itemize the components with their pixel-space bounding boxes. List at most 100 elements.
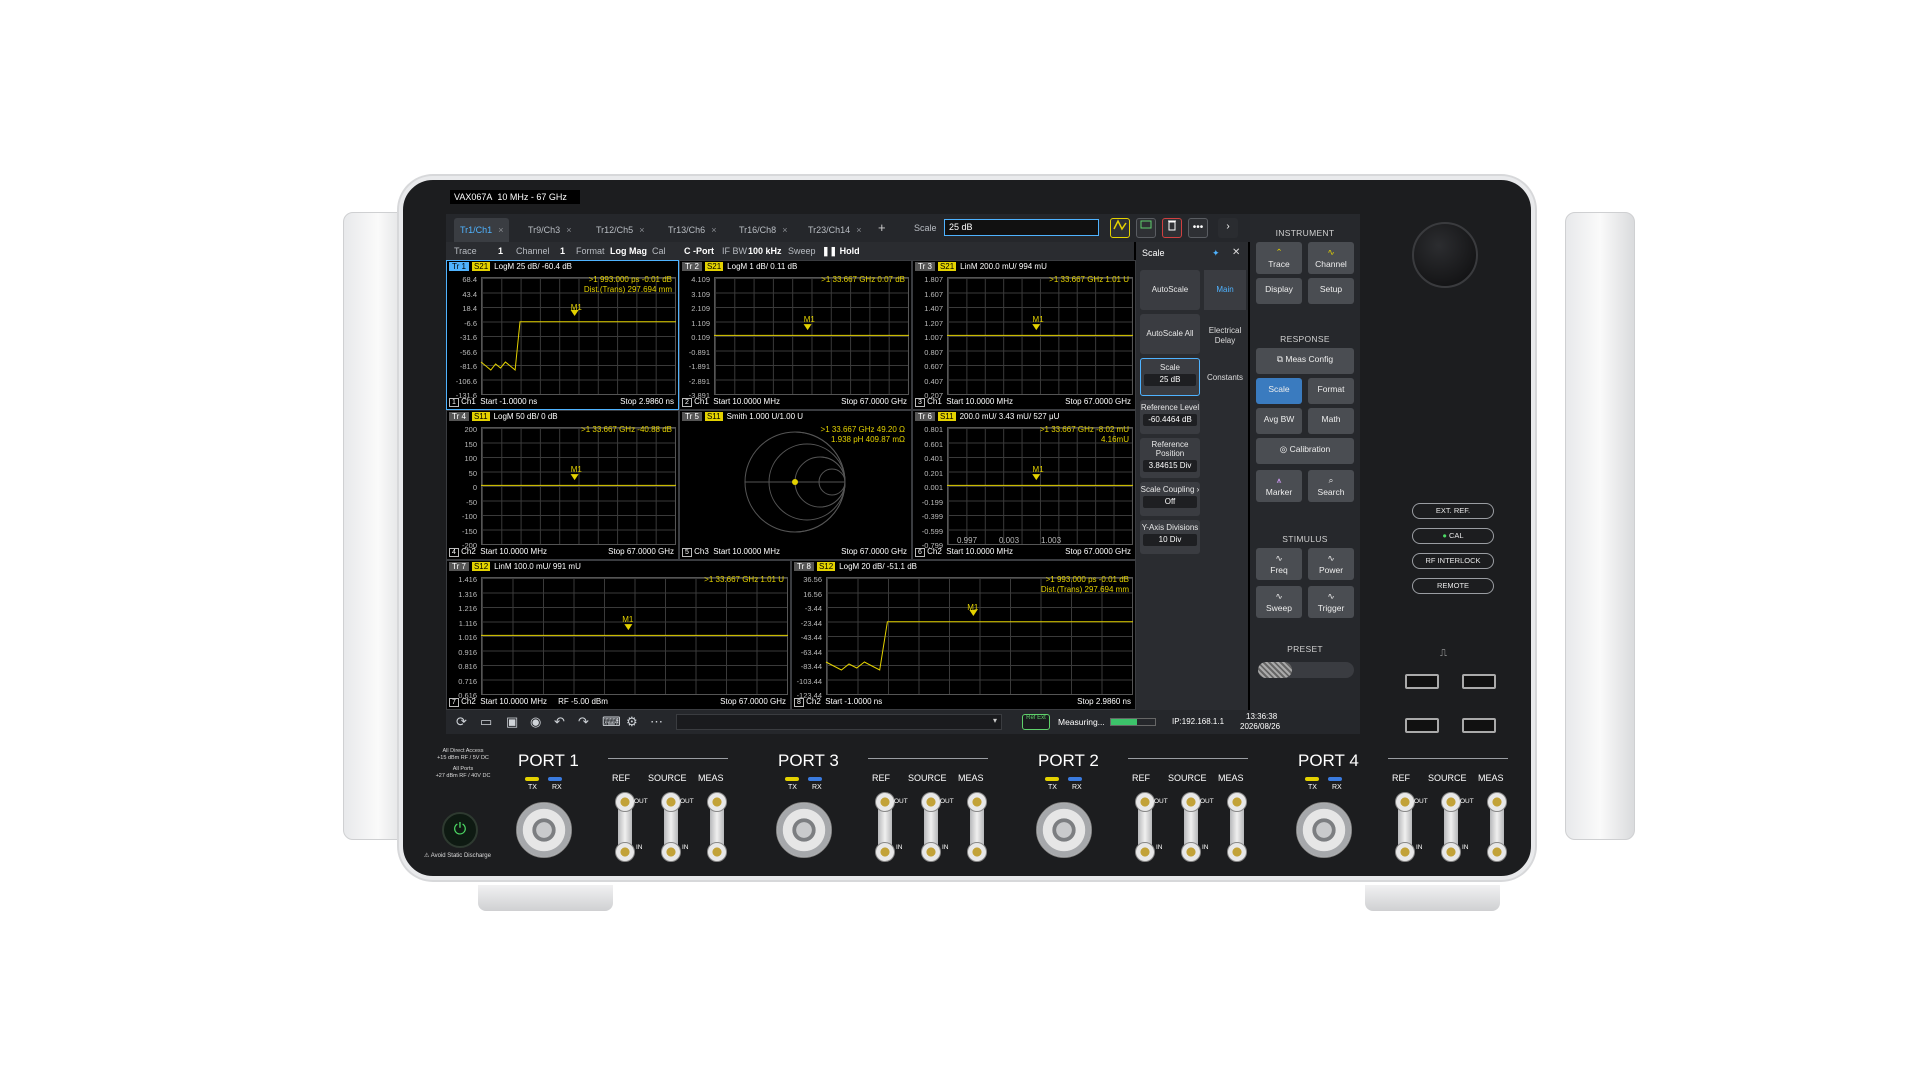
redo-icon[interactable]: ↷ [578, 714, 589, 730]
autoscale-button[interactable]: AutoScale [1140, 270, 1200, 310]
setup-button[interactable]: Setup [1308, 278, 1354, 304]
tab-tr12-ch5[interactable]: Tr12/Ch5 × [590, 218, 650, 242]
trace-pane-2[interactable]: Tr 2 S21 LogM 1 dB/ 0.11 dB 4.109 3.109 2.109… [679, 260, 912, 410]
scale-button[interactable]: Scale 25 dB [1140, 358, 1200, 396]
jumper-cable[interactable] [661, 792, 681, 862]
trace-tag[interactable]: Tr 5 [682, 412, 702, 421]
jumper-cable[interactable] [615, 792, 635, 862]
next-button[interactable]: › [1218, 218, 1238, 238]
trace-pane-6[interactable]: Tr 6 S11 200.0 mU/ 3.43 mU/ 527 μU 0.801 0.6… [912, 410, 1136, 560]
display-button[interactable]: Display [1256, 278, 1302, 304]
search-button[interactable]: ⌕ Search [1308, 470, 1354, 502]
sweep-value[interactable]: ❚❚ Hold [822, 246, 860, 257]
channel-tag[interactable]: Ch3 [694, 547, 709, 556]
trace-pane-4[interactable]: Tr 4 S11 LogM 50 dB/ 0 dB 200 150 100 50 0 -50 -1… [446, 410, 679, 560]
jumper-cable[interactable] [875, 792, 895, 862]
scale-input[interactable]: 25 dB [944, 219, 1099, 236]
y-axis-divisions-button[interactable]: Y-Axis Divisions 10 Div [1140, 520, 1200, 554]
tab-tr13-ch6[interactable]: Tr13/Ch6 × [662, 218, 722, 242]
trace-pane-8[interactable]: Tr 8 S12 LogM 20 dB/ -51.1 dB 36.56 16.56 -3.… [791, 560, 1136, 710]
channel-tag[interactable]: Ch2 [927, 547, 942, 556]
command-dropdown[interactable]: ▾ [676, 714, 1002, 730]
jumper-cable[interactable] [1395, 792, 1415, 862]
channel-tag[interactable]: Ch1 [694, 397, 709, 406]
jumper-cable[interactable] [1227, 792, 1247, 862]
channel-tag[interactable]: Ch1 [461, 397, 476, 406]
rf-interlock-button[interactable]: RF INTERLOCK [1412, 553, 1494, 569]
channel-tag[interactable]: Ch2 [461, 697, 476, 706]
trace-pane-3[interactable]: Tr 3 S21 LinM 200.0 mU/ 994 mU 1.807 1.607 1.… [912, 260, 1136, 410]
trace-pane-1[interactable]: Tr 1 S21 LogM 25 dB/ -60.4 dB 68.4 43.4 18.4-… [446, 260, 679, 410]
tab-tr16-ch8[interactable]: Tr16/Ch8 × [733, 218, 793, 242]
autoscale-all-button[interactable]: AutoScale All [1140, 314, 1200, 354]
jumper-cable[interactable] [921, 792, 941, 862]
format-value[interactable]: Log Mag [610, 246, 647, 256]
trace-button[interactable]: ⌃ Trace [1256, 242, 1302, 274]
settings-icon[interactable]: ⚙ [626, 714, 638, 730]
trace-pane-7[interactable]: Tr 7 S12 LinM 100.0 mU/ 991 mU 1.416 1.316 1.… [446, 560, 791, 710]
jumper-cable[interactable] [967, 792, 987, 862]
ifbw-value[interactable]: 100 kHz [748, 246, 782, 256]
rotary-knob[interactable] [1412, 222, 1478, 288]
remote-button[interactable]: REMOTE [1412, 578, 1494, 594]
math-button[interactable]: Math [1308, 408, 1354, 434]
ext-ref-button[interactable]: EXT. REF. [1412, 503, 1494, 519]
more-icon[interactable]: ⋯ [650, 714, 663, 730]
sync-icon[interactable]: ⟳ [456, 714, 467, 730]
save-icon[interactable]: ▣ [506, 714, 518, 730]
channel-button[interactable]: ∿ Channel [1308, 242, 1354, 274]
channel-value[interactable]: 1 [560, 246, 565, 256]
tab-electrical-delay[interactable]: Electrical Delay [1204, 314, 1246, 354]
power-button[interactable]: ⏻ [442, 812, 478, 848]
jumper-cable[interactable] [1181, 792, 1201, 862]
reference-level-button[interactable]: Reference Level -60.4464 dB [1140, 400, 1200, 434]
avg-bw-button[interactable]: Avg BW [1256, 408, 1302, 434]
channel-tag[interactable]: Ch1 [927, 397, 942, 406]
display-icon[interactable] [1136, 218, 1156, 238]
trace-value[interactable]: 1 [498, 246, 503, 256]
calibration-button[interactable]: ◎ Calibration [1256, 438, 1354, 464]
freq-button[interactable]: ∿ Freq [1256, 548, 1302, 580]
port-connector[interactable] [516, 802, 572, 858]
delete-icon[interactable] [1162, 218, 1182, 238]
undo-icon[interactable]: ↶ [554, 714, 565, 730]
trace-view-button[interactable] [1110, 218, 1130, 238]
meas-config-button[interactable]: ⧉ Meas Config [1256, 348, 1354, 374]
marker-label: M1 [803, 314, 815, 324]
jumper-cable[interactable] [1441, 792, 1461, 862]
power-button[interactable]: ∿ Power [1308, 548, 1354, 580]
folder-icon[interactable]: ▭ [480, 714, 492, 730]
cal-button[interactable]: ● CAL [1412, 528, 1494, 544]
trace-pane-5[interactable]: Tr 5 S11 Smith 1.000 U/1.00 U >1 33.667 GHz… [679, 410, 912, 560]
pin-icon[interactable]: ✦ [1212, 248, 1220, 259]
close-icon[interactable]: ✕ [1232, 247, 1240, 258]
camera-icon[interactable]: ◉ [530, 714, 541, 730]
port-connector[interactable] [1296, 802, 1352, 858]
more-button[interactable]: ••• [1188, 218, 1208, 238]
add-tab-button[interactable]: + [878, 220, 886, 235]
tab-tr9-ch3[interactable]: Tr9/Ch3 × [522, 218, 577, 242]
preset-slider[interactable] [1258, 662, 1354, 678]
tab-main[interactable]: Main [1204, 270, 1246, 310]
jumper-cable[interactable] [1135, 792, 1155, 862]
port-connector[interactable] [1036, 802, 1092, 858]
tab-tr1-ch1[interactable]: Tr1/Ch1 × [454, 218, 510, 242]
marker-readout: >1 33.667 GHz 0.07 dB [821, 275, 905, 284]
channel-tag[interactable]: Ch2 [461, 547, 476, 556]
marker-button[interactable]: ⩚ Marker [1256, 470, 1302, 502]
channel-tag[interactable]: Ch2 [806, 697, 821, 706]
format-button[interactable]: Format [1308, 378, 1354, 404]
trigger-button[interactable]: ∿ Trigger [1308, 586, 1354, 618]
scale-coupling-button[interactable]: Scale Coupling › Off [1140, 482, 1200, 516]
rx-led [808, 777, 822, 781]
sweep-button[interactable]: ∿ Sweep [1256, 586, 1302, 618]
tab-constants[interactable]: Constants [1204, 358, 1246, 398]
jumper-cable[interactable] [707, 792, 727, 862]
port-connector[interactable] [776, 802, 832, 858]
reference-position-button[interactable]: Reference Position 3.84615 Div [1140, 438, 1200, 478]
cal-value[interactable]: C -Port [684, 246, 714, 256]
tab-tr23-ch14[interactable]: Tr23/Ch14 × [802, 218, 867, 242]
scale-menu-button[interactable]: Scale [1256, 378, 1302, 404]
keyboard-icon[interactable]: ⌨ [602, 714, 621, 730]
jumper-cable[interactable] [1487, 792, 1507, 862]
